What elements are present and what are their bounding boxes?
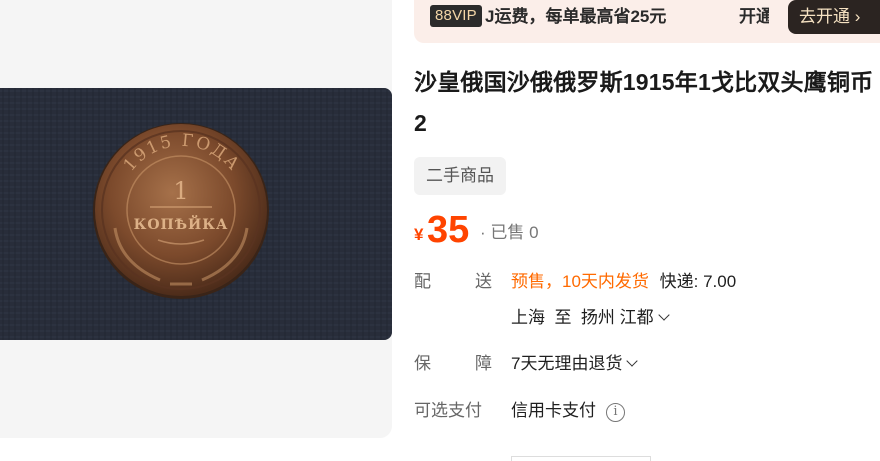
chevron-right-icon: ›: [854, 7, 861, 26]
delivery-label-a: 配: [414, 272, 431, 291]
vip-promo-text: J运费，每单最高省25元: [485, 7, 667, 26]
delivery-route[interactable]: 上海 至 扬州 江都: [511, 306, 670, 330]
route-text: 上海 至 扬州 江都: [511, 308, 654, 327]
guarantee-label-b: 障: [475, 354, 492, 373]
payment-value: 信用卡支付: [511, 401, 596, 420]
payment-option: 信用卡支付 i: [511, 399, 625, 423]
delivery-label-b: 送: [475, 272, 492, 291]
guarantee-label-a: 保: [414, 354, 431, 373]
delivery-info: 预售，10天内发货 快递: 7.00: [511, 270, 736, 294]
product-gallery: 1915 ГОДА 1 КОПѢЙКА: [0, 0, 392, 438]
chevron-down-icon: [626, 355, 639, 367]
coin-denomination: 1: [173, 177, 188, 205]
presale-text: 预售，10天内发货: [511, 272, 649, 291]
vip-open-text: 开通: [739, 7, 769, 26]
vip-badge: 88VIP: [430, 5, 482, 27]
guarantee-selector[interactable]: 7天无理由退货: [511, 352, 639, 376]
coin-photo: 1915 ГОДА 1 КОПѢЙКА: [0, 88, 392, 340]
product-title: 沙皇俄国沙俄俄罗斯1915年1戈比双头鹰铜币2: [414, 69, 874, 136]
guarantee-value: 7天无理由退货: [511, 354, 623, 373]
price-amount: 35: [427, 209, 470, 251]
info-icon[interactable]: i: [606, 403, 625, 422]
chevron-down-icon: [657, 309, 670, 321]
guarantee-label: 保 障: [414, 352, 494, 376]
vip-open-button[interactable]: 去开通 ›: [788, 0, 880, 34]
vip-open-button-label: 去开通: [799, 7, 850, 26]
currency-symbol: ¥: [414, 225, 424, 244]
vip-banner[interactable]: 88VIP J运费，每单最高省25元 开通 去开通 ›: [414, 0, 880, 43]
coin-unit-text: КОПѢЙКА: [134, 214, 229, 233]
payment-label: 可选支付: [414, 401, 482, 420]
delivery-label: 配 送: [414, 270, 494, 294]
quantity-stepper-partial[interactable]: [511, 456, 651, 461]
product-image[interactable]: 1915 ГОДА 1 КОПѢЙКА: [0, 88, 392, 340]
sold-count: · 已售 0: [480, 223, 539, 242]
condition-tag: 二手商品: [414, 157, 506, 195]
shipping-fee: 快递: 7.00: [659, 272, 737, 291]
